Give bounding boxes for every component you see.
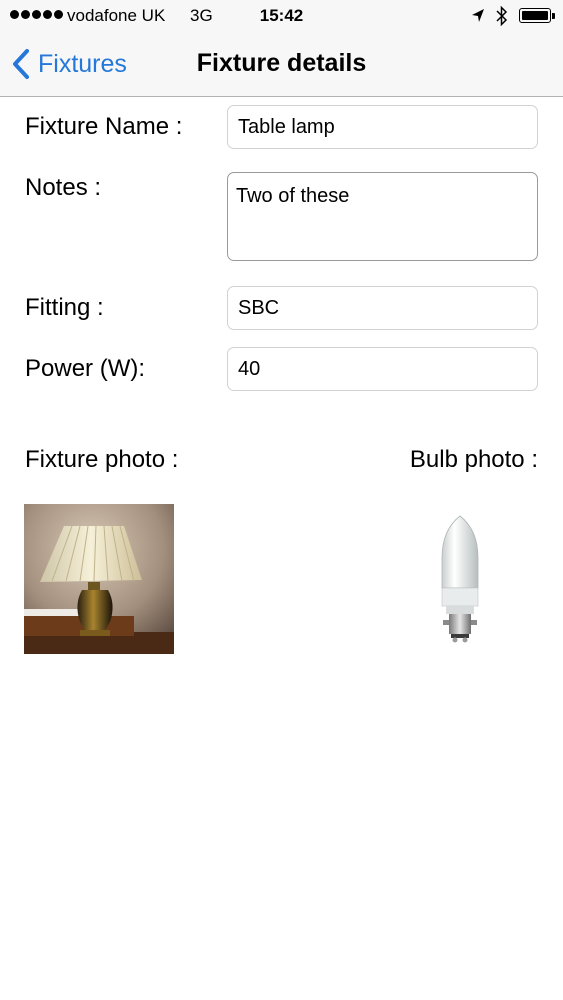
bulb-photo-label: Bulb photo : bbox=[409, 446, 538, 473]
power-label: Power (W): bbox=[25, 355, 145, 382]
fitting-label: Fitting : bbox=[25, 294, 104, 321]
location-arrow-icon bbox=[472, 9, 484, 22]
bulb-photo[interactable] bbox=[430, 510, 490, 650]
bluetooth-icon bbox=[496, 5, 508, 27]
fixture-name-label: Fixture Name : bbox=[25, 113, 183, 140]
fitting-field[interactable] bbox=[227, 286, 538, 330]
cfl-bulb-image bbox=[441, 515, 479, 643]
fixture-name-field[interactable] bbox=[227, 105, 538, 149]
fixture-photo[interactable] bbox=[24, 504, 174, 654]
power-field[interactable] bbox=[227, 347, 538, 391]
fixture-photo-label: Fixture photo : bbox=[25, 446, 179, 473]
page-title: Fixture details bbox=[196, 49, 367, 77]
notes-label: Notes : bbox=[25, 174, 102, 201]
status-bar: vodafone UK 3G 15:42 bbox=[0, 0, 563, 32]
navigation-bar: Fixtures Fixture details bbox=[0, 32, 563, 97]
table-lamp-image bbox=[24, 504, 174, 654]
notes-field[interactable]: Two of these bbox=[227, 172, 538, 261]
battery-icon bbox=[519, 8, 555, 23]
